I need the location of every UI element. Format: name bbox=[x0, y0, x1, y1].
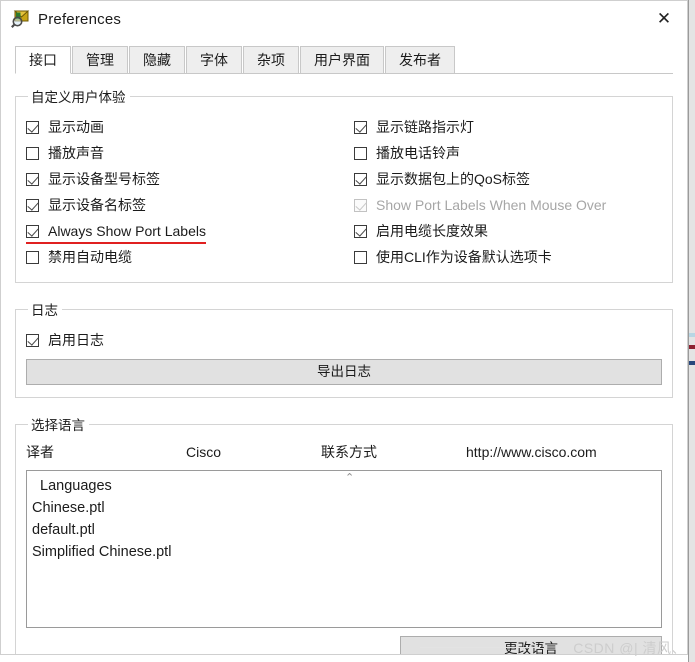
language-info-header: 译者 Cisco 联系方式 http://www.cisco.com bbox=[26, 442, 662, 466]
checkbox-label-play-sound: 播放声音 bbox=[48, 145, 104, 161]
checkbox-row-show-animation[interactable]: 显示动画 bbox=[26, 114, 344, 140]
checkbox-label-disable-auto-cable: 禁用自动电缆 bbox=[48, 249, 132, 265]
window-title: Preferences bbox=[38, 10, 122, 28]
list-item[interactable]: Languages bbox=[27, 475, 661, 497]
tab-interface[interactable]: 接口 bbox=[15, 46, 71, 74]
tab-publisher[interactable]: 发布者 bbox=[385, 46, 455, 73]
checkbox-always-show-port-labels[interactable] bbox=[26, 224, 39, 238]
tab-misc[interactable]: 杂项 bbox=[243, 46, 299, 73]
checkbox-row-show-link-lights[interactable]: 显示链路指示灯 bbox=[354, 114, 662, 140]
export-log-button[interactable]: 导出日志 bbox=[26, 359, 662, 385]
log-group: 日志 启用日志 导出日志 bbox=[15, 299, 673, 398]
log-legend: 日志 bbox=[31, 303, 58, 318]
language-legend: 选择语言 bbox=[31, 418, 85, 433]
watermark-rule bbox=[420, 647, 540, 648]
checkbox-label-show-qos-stamps: 显示数据包上的QoS标签 bbox=[376, 171, 531, 187]
translator-label: 译者 bbox=[26, 444, 54, 460]
tab-strip: 接口 管理 隐藏 字体 杂项 用户界面 发布者 bbox=[15, 46, 673, 74]
customize-left-column: 显示动画 播放声音 显示设备型号标签 显示设备名标签 Always Show P… bbox=[26, 114, 344, 270]
checkbox-label-enable-log: 启用日志 bbox=[48, 332, 104, 348]
background-artifact bbox=[689, 345, 695, 349]
checkbox-row-show-qos-stamps[interactable]: 显示数据包上的QoS标签 bbox=[354, 166, 662, 192]
checkbox-enable-log[interactable] bbox=[26, 333, 39, 347]
customize-right-column: 显示链路指示灯 播放电话铃声 显示数据包上的QoS标签 Show Port La… bbox=[344, 114, 662, 270]
checkbox-label-show-device-name-labels: 显示设备名标签 bbox=[48, 197, 146, 213]
checkbox-show-qos-stamps[interactable] bbox=[354, 172, 367, 186]
checkbox-label-use-cli-default-tab: 使用CLI作为设备默认选项卡 bbox=[376, 249, 552, 265]
close-icon[interactable]: ✕ bbox=[641, 1, 687, 37]
checkbox-show-device-name-labels[interactable] bbox=[26, 198, 39, 212]
list-item[interactable]: Simplified Chinese.ptl bbox=[27, 541, 661, 563]
background-artifact bbox=[689, 361, 695, 365]
checkbox-row-use-cli-default-tab[interactable]: 使用CLI作为设备默认选项卡 bbox=[354, 244, 662, 270]
checkbox-play-sound[interactable] bbox=[26, 146, 39, 160]
tab-administration[interactable]: 管理 bbox=[72, 46, 128, 73]
checkbox-label-show-port-labels-mouse-over: Show Port Labels When Mouse Over bbox=[376, 197, 607, 213]
checkbox-label-show-device-model-labels: 显示设备型号标签 bbox=[48, 171, 160, 187]
contact-label: 联系方式 bbox=[321, 444, 377, 460]
packet-tracer-icon bbox=[10, 9, 30, 29]
background-app-sliver bbox=[688, 0, 695, 662]
checkbox-label-play-telephony-sound: 播放电话铃声 bbox=[376, 145, 460, 161]
language-list-box[interactable]: ⌃ Languages Chinese.ptl default.ptl Simp… bbox=[26, 470, 662, 628]
list-item[interactable]: Chinese.ptl bbox=[27, 497, 661, 519]
translator-value: Cisco bbox=[186, 444, 222, 460]
chevron-up-icon: ⌃ bbox=[345, 471, 355, 484]
customize-experience-legend: 自定义用户体验 bbox=[31, 90, 126, 105]
checkbox-show-port-labels-mouse-over bbox=[354, 198, 367, 212]
checkbox-show-animation[interactable] bbox=[26, 120, 39, 134]
dialog-content: 自定义用户体验 显示动画 播放声音 显示设备型号标签 显示设备名标签 Alway… bbox=[15, 74, 673, 654]
checkbox-label-enable-cable-length-effect: 启用电缆长度效果 bbox=[376, 223, 488, 239]
language-group: 选择语言 译者 Cisco 联系方式 http://www.cisco.com … bbox=[15, 414, 673, 654]
checkbox-row-show-port-labels-mouse-over: Show Port Labels When Mouse Over bbox=[354, 192, 662, 218]
checkbox-label-show-link-lights: 显示链路指示灯 bbox=[376, 119, 474, 135]
checkbox-enable-cable-length-effect[interactable] bbox=[354, 224, 367, 238]
checkbox-label-show-animation: 显示动画 bbox=[48, 119, 104, 135]
title-bar: Preferences ✕ bbox=[1, 1, 687, 37]
watermark-text: CSDN @| 清风、 bbox=[573, 640, 686, 656]
checkbox-row-enable-log[interactable]: 启用日志 bbox=[26, 327, 662, 353]
tab-font[interactable]: 字体 bbox=[186, 46, 242, 73]
tab-hide[interactable]: 隐藏 bbox=[129, 46, 185, 73]
customize-experience-group: 自定义用户体验 显示动画 播放声音 显示设备型号标签 显示设备名标签 Alway… bbox=[15, 86, 673, 283]
checkbox-row-disable-auto-cable[interactable]: 禁用自动电缆 bbox=[26, 244, 344, 270]
checkbox-show-link-lights[interactable] bbox=[354, 120, 367, 134]
checkbox-row-show-device-name-labels[interactable]: 显示设备名标签 bbox=[26, 192, 344, 218]
checkbox-label-always-show-port-labels: Always Show Port Labels bbox=[48, 223, 206, 239]
checkbox-row-always-show-port-labels[interactable]: Always Show Port Labels bbox=[26, 218, 344, 244]
checkbox-play-telephony-sound[interactable] bbox=[354, 146, 367, 160]
background-artifact bbox=[689, 333, 695, 337]
tab-user-interface[interactable]: 用户界面 bbox=[300, 46, 384, 73]
checkbox-row-show-device-model-labels[interactable]: 显示设备型号标签 bbox=[26, 166, 344, 192]
checkbox-row-enable-cable-length-effect[interactable]: 启用电缆长度效果 bbox=[354, 218, 662, 244]
checkbox-disable-auto-cable[interactable] bbox=[26, 250, 39, 264]
preferences-dialog: Preferences ✕ 接口 管理 隐藏 字体 杂项 用户界面 发布者 自定… bbox=[0, 0, 688, 655]
checkbox-row-play-sound[interactable]: 播放声音 bbox=[26, 140, 344, 166]
contact-value: http://www.cisco.com bbox=[466, 444, 597, 460]
checkbox-use-cli-default-tab[interactable] bbox=[354, 250, 367, 264]
checkbox-row-play-telephony-sound[interactable]: 播放电话铃声 bbox=[354, 140, 662, 166]
list-item[interactable]: default.ptl bbox=[27, 519, 661, 541]
checkbox-show-device-model-labels[interactable] bbox=[26, 172, 39, 186]
